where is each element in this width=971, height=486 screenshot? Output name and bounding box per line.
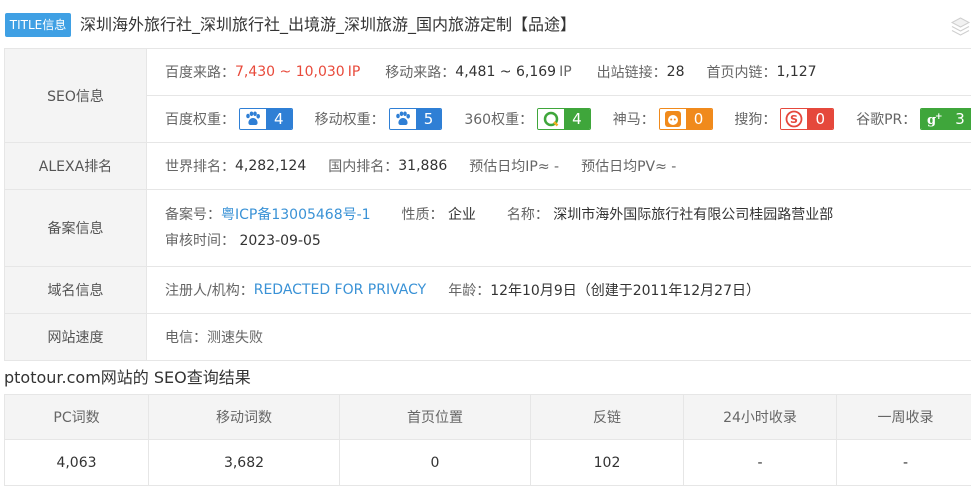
estimated-ip: 预估日均IP≈ - bbox=[469, 156, 559, 176]
domestic-rank-value: 31,886 bbox=[398, 158, 447, 174]
baidu-source-label: 百度来路： bbox=[165, 62, 235, 82]
mobile-words-value: 3,682 bbox=[149, 440, 340, 486]
360-weight-label: 360权重： bbox=[464, 109, 533, 129]
domain-row: 注册人/机构：REDACTED FOR PRIVACY 年龄： 12年10月9日… bbox=[147, 267, 971, 313]
page-title: 深圳海外旅行社_深圳旅行社_出境游_深圳旅游_国内旅游定制【品途】 bbox=[80, 13, 576, 37]
age-value: 12年10月9日（创建于2011年12月27日） bbox=[490, 280, 760, 300]
baidu-source-value: 7,430 ~ 10,030 bbox=[235, 64, 345, 80]
baidu-weight-badge[interactable]: 4 bbox=[239, 108, 293, 130]
mobile-source-unit: IP bbox=[559, 64, 572, 80]
speed-content: 电信：测速失败 bbox=[147, 314, 971, 361]
mobile-weight-badge[interactable]: 5 bbox=[389, 108, 443, 130]
seo-content: 百度来路： 7,430 ~ 10,030 IP 移动来路： 4,481 ~ 6,… bbox=[147, 49, 971, 143]
backlinks-value: 102 bbox=[531, 440, 684, 486]
beian-line-2: 审核时间： 2023-09-05 bbox=[165, 228, 971, 254]
domain-content: 注册人/机构：REDACTED FOR PRIVACY 年龄： 12年10月9日… bbox=[147, 267, 971, 314]
review-time-label: 审核时间： bbox=[165, 233, 235, 249]
shenma-weight-badge[interactable]: 0 bbox=[659, 108, 713, 130]
company-name-value: 深圳市海外国际旅行社有限公司桂园路营业部 bbox=[553, 207, 833, 223]
domestic-rank-label: 国内排名： bbox=[328, 156, 398, 176]
baidu-weight-label: 百度权重： bbox=[165, 109, 235, 129]
google-pr-value: 3 bbox=[947, 109, 971, 129]
inlinks-label: 首页内链： bbox=[706, 62, 776, 82]
speed-label: 网站速度 bbox=[5, 314, 147, 361]
registrant-label: 注册人/机构： bbox=[165, 280, 254, 300]
registrant-link[interactable]: REDACTED FOR PRIVACY bbox=[254, 282, 426, 298]
360-weight-badge[interactable]: 4 bbox=[537, 108, 591, 130]
outlinks-label: 出站链接： bbox=[597, 62, 667, 82]
domain-label: 域名信息 bbox=[5, 267, 147, 314]
sogou-weight-label: 搜狗： bbox=[734, 109, 776, 129]
outlinks-value: 28 bbox=[667, 64, 685, 80]
review-time-value: 2023-09-05 bbox=[239, 233, 320, 249]
baidu-paw-icon bbox=[240, 109, 266, 129]
beian-label: 备案信息 bbox=[5, 190, 147, 267]
mobile-source-label: 移动来路： bbox=[385, 62, 455, 82]
seo-label: SEO信息 bbox=[5, 49, 147, 143]
speed-value: 电信：测速失败 bbox=[165, 327, 263, 347]
google-pr-badge[interactable]: g+ 3 bbox=[920, 108, 971, 130]
info-table: SEO信息 百度来路： 7,430 ~ 10,030 IP 移动来路： 4,48… bbox=[4, 48, 971, 361]
world-rank-label: 世界排名： bbox=[165, 156, 235, 176]
nature-value: 企业 bbox=[448, 207, 476, 223]
sogou-weight-badge[interactable]: S 0 bbox=[780, 108, 834, 130]
shenma-weight-value: 0 bbox=[686, 109, 712, 129]
google-plus-icon: g+ bbox=[921, 109, 947, 129]
col-24h-indexed: 24小时收录 bbox=[684, 395, 837, 440]
results-title: ptotour.com网站的 SEO查询结果 bbox=[4, 366, 251, 390]
baidu-paw-icon bbox=[390, 109, 416, 129]
col-pc-words: PC词数 bbox=[5, 395, 149, 440]
svg-text:S: S bbox=[790, 113, 798, 126]
seo-weights-row: 百度权重： 4 移动权重： 5 360权重： bbox=[147, 95, 971, 142]
beian-number-label: 备案号： bbox=[165, 207, 221, 223]
beian-line-1: 备案号：粤ICP备13005468号-1 性质： 企业 名称： 深圳市海外国际旅… bbox=[165, 202, 971, 228]
seo-traffic-row: 百度来路： 7,430 ~ 10,030 IP 移动来路： 4,481 ~ 6,… bbox=[147, 49, 971, 95]
layers-icon[interactable] bbox=[950, 16, 971, 38]
beian-block: 备案号：粤ICP备13005468号-1 性质： 企业 名称： 深圳市海外国际旅… bbox=[147, 190, 971, 266]
pc-words-value: 4,063 bbox=[5, 440, 149, 486]
alexa-content: 世界排名： 4,282,124 国内排名： 31,886 预估日均IP≈ - 预… bbox=[147, 143, 971, 190]
shenma-weight-label: 神马： bbox=[613, 109, 655, 129]
svg-text:+: + bbox=[935, 112, 943, 122]
mobile-weight-value: 5 bbox=[416, 109, 442, 129]
360-search-icon bbox=[538, 109, 564, 129]
table-row: 4,063 3,682 0 102 - - bbox=[5, 440, 971, 486]
company-name-label: 名称： bbox=[507, 207, 549, 223]
shenma-icon bbox=[660, 109, 686, 129]
360-weight-value: 4 bbox=[564, 109, 590, 129]
alexa-row: 世界排名： 4,282,124 国内排名： 31,886 预估日均IP≈ - 预… bbox=[147, 143, 971, 189]
sogou-weight-value: 0 bbox=[807, 109, 833, 129]
sogou-icon: S bbox=[781, 109, 807, 129]
alexa-label: ALEXA排名 bbox=[5, 143, 147, 190]
mobile-weight-label: 移动权重： bbox=[315, 109, 385, 129]
col-week-indexed: 一周收录 bbox=[837, 395, 971, 440]
baidu-weight-value: 4 bbox=[266, 109, 292, 129]
col-mobile-words: 移动词数 bbox=[149, 395, 340, 440]
nature-label: 性质： bbox=[401, 207, 443, 223]
baidu-source-unit: IP bbox=[348, 64, 361, 80]
beian-content: 备案号：粤ICP备13005468号-1 性质： 企业 名称： 深圳市海外国际旅… bbox=[147, 190, 971, 267]
results-table: PC词数 移动词数 首页位置 反链 24小时收录 一周收录 4,063 3,68… bbox=[4, 394, 971, 486]
24h-indexed-value: - bbox=[684, 440, 837, 486]
google-pr-label: 谷歌PR： bbox=[856, 109, 916, 129]
title-bar: TITLE信息 深圳海外旅行社_深圳旅行社_出境游_深圳旅游_国内旅游定制【品途… bbox=[0, 0, 971, 48]
title-badge: TITLE信息 bbox=[5, 13, 71, 37]
inlinks-value: 1,127 bbox=[776, 64, 816, 80]
world-rank-value: 4,282,124 bbox=[235, 158, 306, 174]
mobile-source-value: 4,481 ~ 6,169 bbox=[455, 64, 556, 80]
results-header-row: PC词数 移动词数 首页位置 反链 24小时收录 一周收录 bbox=[5, 395, 971, 440]
week-indexed-value: - bbox=[837, 440, 971, 486]
speed-row: 电信：测速失败 bbox=[147, 314, 971, 360]
estimated-pv: 预估日均PV≈ - bbox=[581, 156, 676, 176]
age-label: 年龄： bbox=[448, 280, 490, 300]
col-backlinks: 反链 bbox=[531, 395, 684, 440]
beian-number-link[interactable]: 粤ICP备13005468号-1 bbox=[221, 207, 371, 223]
col-homepage-position: 首页位置 bbox=[340, 395, 531, 440]
homepage-position-value: 0 bbox=[340, 440, 531, 486]
